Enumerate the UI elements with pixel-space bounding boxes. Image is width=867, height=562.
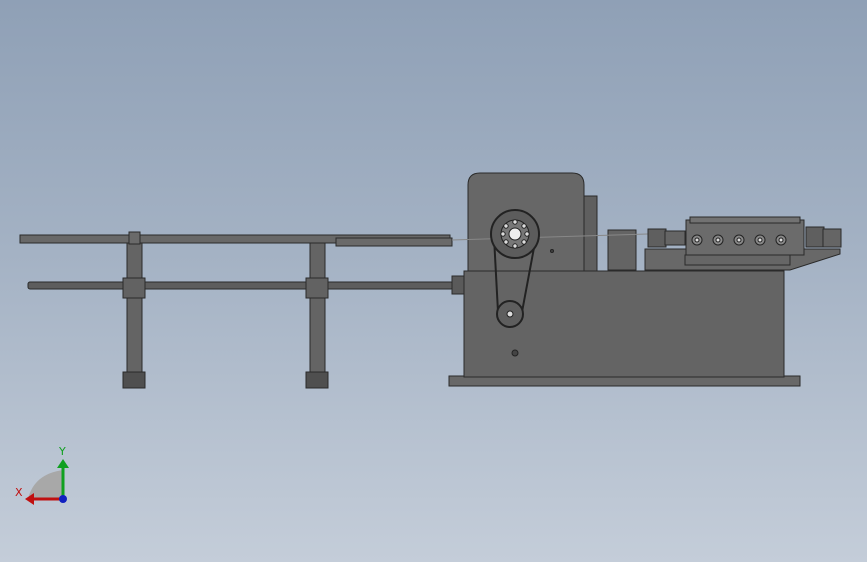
leg-1-post: [126, 242, 143, 374]
straightener-base-rail: [684, 254, 791, 266]
guide-block-mid: [664, 230, 686, 246]
straightener-unit[interactable]: [644, 216, 842, 271]
guide-block-right: [805, 226, 825, 248]
leg-1-foot: [122, 371, 146, 389]
guide-block-far: [822, 228, 842, 248]
triad-y-label: Y: [58, 445, 66, 458]
machine-body[interactable]: [448, 172, 801, 387]
straightener-frame: [685, 219, 805, 256]
feed-table[interactable]: [19, 231, 467, 389]
triad-x-label: X: [15, 486, 23, 499]
drive-pulley-hub: [508, 227, 522, 241]
lower-guide-rod: [27, 281, 454, 290]
straightener-top-bar: [689, 216, 801, 224]
triad-y-arrow-icon: [57, 459, 69, 468]
triad-z-axis-icon: [59, 495, 67, 503]
table-top-rail-right: [335, 237, 453, 247]
leg-2-collar: [305, 277, 329, 299]
leg-1-collar: [122, 277, 146, 299]
guide-block-left: [647, 228, 667, 248]
machine-model[interactable]: [19, 172, 842, 389]
motor-pulley-hub: [506, 310, 514, 318]
cabinet-bolt: [511, 349, 519, 357]
housing-side-panel: [583, 195, 598, 272]
cad-viewport[interactable]: Y X: [0, 0, 867, 562]
orientation-triad[interactable]: Y X: [15, 445, 69, 505]
leg-1-bracket: [128, 231, 141, 245]
small-block: [607, 229, 637, 271]
leg-2-post: [309, 242, 326, 374]
leg-2-foot: [305, 371, 329, 389]
cabinet-bolt-small: [550, 249, 554, 253]
